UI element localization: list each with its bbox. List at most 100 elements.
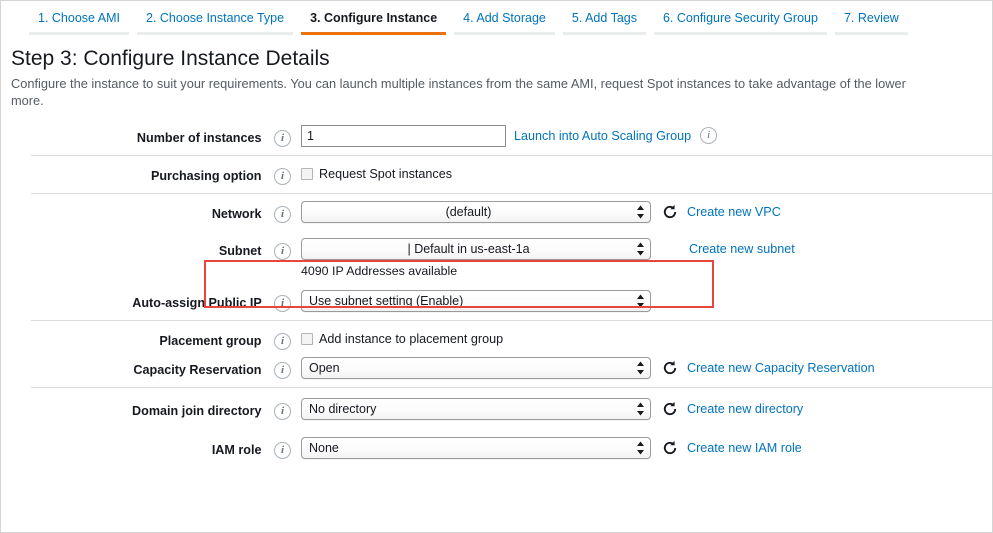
auto-assign-public-ip-select[interactable]: Use subnet setting (Enable) [301,290,651,312]
iam-role-select[interactable]: None [301,437,651,459]
info-icon[interactable]: i [274,442,291,460]
tab-underline [29,32,129,35]
info-icon[interactable]: i [274,243,291,261]
label-text: Subnet [218,244,262,258]
tab-label: 2. Choose Instance Type [146,11,285,25]
subnet-ip-availability-text: 4090 IP Addresses available [301,264,458,278]
label-text: Network [211,207,262,221]
label-purchasing-option: Purchasing option i [1,163,291,186]
auto-assign-public-ip-value: Use subnet setting (Enable) [309,294,464,308]
info-icon[interactable]: i [274,295,291,313]
request-spot-instances-checkbox-group[interactable]: Request Spot instances [301,163,452,182]
create-new-iam-role-link[interactable]: Create new IAM role [687,437,802,459]
create-new-directory-link[interactable]: Create new directory [687,398,803,420]
tab-underline [562,32,646,35]
request-spot-instances-checkbox[interactable] [301,168,313,180]
chevron-updown-icon [636,402,645,417]
refresh-icon[interactable] [661,201,679,223]
refresh-icon[interactable] [661,398,679,420]
row-capacity-reservation: Capacity Reservation i Open Create new C… [1,353,992,387]
label-auto-assign-public-ip: Auto-assign Public IP i [1,290,291,313]
info-icon[interactable]: i [274,130,291,148]
label-text: Auto-assign Public IP [132,296,262,310]
info-icon[interactable]: i [274,206,291,224]
configure-instance-form: Number of instances i Launch into Auto S… [1,118,992,467]
chevron-updown-icon [636,205,645,220]
label-text: Domain join directory [132,404,262,418]
control-iam-role: None Create new IAM role [291,437,992,459]
page-description: Configure the instance to suit your requ… [11,76,906,91]
row-number-of-instances: Number of instances i Launch into Auto S… [1,118,992,155]
capacity-reservation-value: Open [309,361,340,375]
iam-role-value: None [309,441,339,455]
label-text: IAM role [211,443,262,457]
tab-label: 7. Review [843,11,899,25]
domain-join-directory-value: No directory [309,402,377,416]
create-new-capacity-reservation-link[interactable]: Create new Capacity Reservation [687,357,875,379]
info-icon[interactable]: i [274,333,291,351]
row-domain-join-directory: Domain join directory i No directory Cre… [1,388,992,428]
info-icon[interactable]: i [274,168,291,186]
control-purchasing-option: Request Spot instances [291,163,992,182]
chevron-updown-icon [636,242,645,257]
row-network: Network i (default) Create new VPC [1,194,992,231]
info-icon[interactable]: i [700,127,718,144]
chevron-updown-icon [636,294,645,309]
page-title: Step 3: Configure Instance Details [11,47,330,70]
control-number-of-instances: Launch into Auto Scaling Group i [291,125,992,147]
add-to-placement-group-checkbox[interactable] [301,333,313,345]
page-heading-section: Step 3: Configure Instance Details Confi… [1,38,992,109]
tab-underline [653,32,827,35]
capacity-reservation-select[interactable]: Open [301,357,651,379]
control-capacity-reservation: Open Create new Capacity Reservation [291,357,992,379]
add-to-placement-group-checkbox-group[interactable]: Add instance to placement group [301,328,503,347]
launch-into-auto-scaling-group-link[interactable]: Launch into Auto Scaling Group [514,125,691,147]
chevron-updown-icon [636,441,645,456]
request-spot-instances-label[interactable]: Request Spot instances [319,166,452,182]
tab-add-tags[interactable]: 5. Add Tags [559,10,650,35]
tab-label: 1. Choose AMI [38,11,120,25]
tab-label: 4. Add Storage [463,11,546,25]
tab-add-storage[interactable]: 4. Add Storage [450,10,559,35]
label-text: Number of instances [136,131,262,145]
network-select-value: (default) [445,205,492,219]
label-placement-group: Placement group i [1,328,291,351]
label-text: Placement group [159,334,262,348]
control-auto-assign-public-ip: Use subnet setting (Enable) [291,290,992,312]
control-network: (default) Create new VPC [291,201,992,223]
info-icon[interactable]: i [274,362,291,380]
tab-choose-instance-type[interactable]: 2. Choose Instance Type [133,10,297,35]
label-network: Network i [1,201,291,224]
control-subnet: | Default in us-east-1a 4090 IP Addresse… [291,238,992,279]
row-purchasing-option: Purchasing option i Request Spot instanc… [1,156,992,193]
wizard-tab-bar: 1. Choose AMI 2. Choose Instance Type 3.… [1,1,992,38]
label-capacity-reservation: Capacity Reservation i [1,357,291,380]
label-subnet: Subnet i [1,238,291,261]
tab-underline-active [301,32,447,35]
ec2-configure-instance-page: 1. Choose AMI 2. Choose Instance Type 3.… [0,0,993,533]
network-select[interactable]: (default) [301,201,651,223]
tab-underline [137,32,294,35]
domain-join-directory-select[interactable]: No directory [301,398,651,420]
create-new-subnet-link[interactable]: Create new subnet [689,238,795,260]
tab-label: 5. Add Tags [571,11,637,25]
row-placement-group: Placement group i Add instance to placem… [1,321,992,353]
tab-configure-instance[interactable]: 3. Configure Instance [297,10,450,35]
label-number-of-instances: Number of instances i [1,125,291,148]
add-to-placement-group-label[interactable]: Add instance to placement group [319,331,503,347]
page-description-line2: more. [11,93,44,108]
label-iam-role: IAM role i [1,437,291,460]
refresh-icon[interactable] [661,357,679,379]
tab-choose-ami[interactable]: 1. Choose AMI [25,10,133,35]
create-new-vpc-link[interactable]: Create new VPC [687,201,781,223]
label-domain-join-directory: Domain join directory i [1,398,291,421]
subnet-select[interactable]: | Default in us-east-1a [301,238,651,260]
label-text: Capacity Reservation [133,363,262,377]
row-iam-role: IAM role i None Create new IAM role [1,428,992,467]
info-icon[interactable]: i [274,403,291,421]
tab-review[interactable]: 7. Review [831,10,912,35]
tab-configure-security-group[interactable]: 6. Configure Security Group [650,10,831,35]
control-placement-group: Add instance to placement group [291,328,992,347]
number-of-instances-input[interactable] [301,125,506,147]
refresh-icon[interactable] [661,437,679,459]
